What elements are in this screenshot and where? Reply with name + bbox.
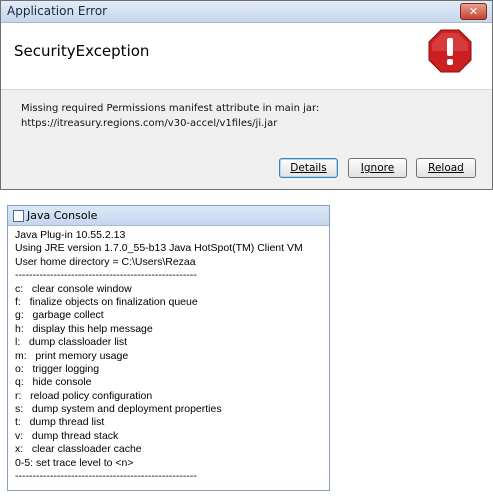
close-button[interactable]: ✕ bbox=[460, 3, 487, 20]
console-line: x: clear classloader cache bbox=[15, 443, 142, 456]
console-line: l: dump classloader list bbox=[15, 336, 128, 349]
reload-button[interactable]: Reload bbox=[416, 158, 476, 178]
console-window-icon bbox=[13, 210, 24, 222]
dialog-titlebar[interactable]: Application Error ✕ bbox=[1, 1, 492, 23]
java-console-window: Java Console Java Plug-in 10.55.2.13 Usi… bbox=[7, 205, 330, 491]
ignore-button[interactable]: Ignore bbox=[348, 158, 407, 178]
console-line: Using JRE version 1.7.0_55-b13 Java HotS… bbox=[15, 242, 303, 255]
console-line: v: dump thread stack bbox=[15, 429, 119, 442]
console-line: r: reload policy configuration bbox=[15, 389, 153, 402]
dialog-title: Application Error bbox=[7, 4, 108, 18]
ignore-button-label: Ignore bbox=[360, 162, 395, 174]
application-error-dialog: Application Error ✕ SecurityException Mi… bbox=[0, 0, 493, 190]
console-line: g: garbage collect bbox=[15, 309, 104, 322]
dialog-header: SecurityException bbox=[1, 23, 492, 90]
details-button[interactable]: Details bbox=[279, 158, 338, 178]
error-heading: SecurityException bbox=[14, 42, 150, 60]
console-title: Java Console bbox=[27, 209, 98, 222]
error-message-url: https://itreasury.regions.com/v30-accel/… bbox=[21, 118, 278, 129]
error-message: Missing required Permissions manifest at… bbox=[21, 101, 319, 131]
console-line: t: dump thread list bbox=[15, 416, 105, 429]
console-line: h: display this help message bbox=[15, 322, 153, 335]
console-output[interactable]: Java Plug-in 10.55.2.13 Using JRE versio… bbox=[15, 229, 325, 483]
console-separator: ----------------------------------------… bbox=[15, 269, 197, 282]
error-stop-icon bbox=[428, 29, 472, 73]
console-line: c: clear console window bbox=[15, 282, 132, 295]
console-line: User home directory = C:\Users\Rezaa bbox=[15, 255, 196, 268]
reload-button-label: Reload bbox=[428, 162, 464, 174]
details-button-label: Details bbox=[290, 162, 327, 174]
console-line: q: hide console bbox=[15, 376, 92, 389]
console-separator: ----------------------------------------… bbox=[15, 470, 197, 483]
console-line: Java Plug-in 10.55.2.13 bbox=[15, 229, 126, 241]
console-line: 0-5: set trace level to <n> bbox=[15, 456, 134, 469]
console-line: m: print memory usage bbox=[15, 349, 129, 362]
console-line: o: trigger logging bbox=[15, 362, 100, 375]
console-titlebar[interactable]: Java Console bbox=[8, 206, 329, 226]
error-message-line: Missing required Permissions manifest at… bbox=[21, 103, 320, 114]
console-line: f: finalize objects on finalization queu… bbox=[15, 295, 198, 308]
console-line: s: dump system and deployment properties bbox=[15, 403, 222, 416]
